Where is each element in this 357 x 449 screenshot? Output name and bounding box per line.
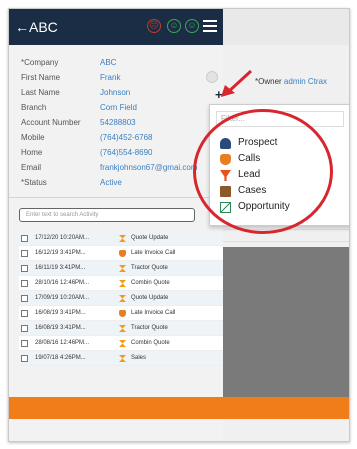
field-company: *Company ABC	[21, 55, 221, 70]
activity-row[interactable]: 17/09/19 10:20AM... Quote Update	[19, 291, 223, 306]
activity-date: 16/08/19 3:41PM...	[35, 310, 86, 316]
field-label: Home	[21, 148, 43, 157]
field-label: *Status	[21, 178, 47, 187]
row-checkbox[interactable]	[21, 235, 28, 242]
avatar[interactable]	[206, 71, 218, 83]
quote-icon	[119, 355, 126, 362]
activity-date: 17/12/20 10:20AM...	[35, 235, 90, 241]
row-checkbox[interactable]	[21, 265, 28, 272]
activity-row[interactable]: 16/12/19 3:41PM... Late Invoice Call	[19, 246, 223, 261]
phone-icon	[119, 310, 126, 317]
activity-type: Late Invoice Call	[131, 310, 176, 316]
field-value[interactable]: Johnson	[100, 85, 130, 100]
field-label: First Name	[21, 73, 61, 82]
row-checkbox[interactable]	[21, 340, 28, 347]
scrollbar[interactable]	[349, 137, 350, 187]
activity-row[interactable]: 17/12/20 10:20AM... Quote Update	[19, 231, 223, 246]
activity-date: 19/07/18 4:26PM...	[35, 355, 86, 361]
field-label: Branch	[21, 103, 47, 112]
footer-bar	[9, 397, 349, 419]
activity-row[interactable]: 19/07/18 4:26PM... Sales	[19, 351, 223, 366]
app-window: ← ABC ☹ ☺ ☺ *Company ABC First Name Fran…	[8, 8, 350, 442]
field-value[interactable]: Corn Field	[100, 100, 137, 115]
activity-type: Late Invoice Call	[131, 250, 176, 256]
field-value[interactable]: 54288803	[100, 115, 136, 130]
row-checkbox[interactable]	[21, 295, 28, 302]
row-checkbox[interactable]	[21, 355, 28, 362]
field-label: Mobile	[21, 133, 45, 142]
field-branch: Branch Corn Field	[21, 100, 221, 115]
activity-date: 17/09/19 10:20AM...	[35, 295, 90, 301]
row-checkbox[interactable]	[21, 280, 28, 287]
smile-face-icon[interactable]: ☺	[185, 19, 199, 33]
field-mobile: Mobile (764)452-6768	[21, 130, 221, 145]
frown-face-icon[interactable]: ☹	[147, 19, 161, 33]
field-email: Email frankjohnson67@gmai.com	[21, 160, 221, 175]
activity-list: 17/12/20 10:20AM... Quote Update 16/12/1…	[19, 231, 223, 366]
activity-type: Tractor Quote	[131, 265, 168, 271]
activity-date: 16/11/19 3:41PM...	[35, 265, 86, 271]
field-account-number: Account Number 54288803	[21, 115, 221, 130]
row-checkbox[interactable]	[21, 250, 28, 257]
field-home: Home (764)554-8690	[21, 145, 221, 160]
activity-row[interactable]: 16/08/19 3:41PM... Tractor Quote	[19, 321, 223, 336]
activity-row[interactable]: 16/11/19 3:41PM... Tractor Quote	[19, 261, 223, 276]
quote-icon	[119, 235, 126, 242]
contact-fields: *Company ABC First Name Frank Last Name …	[21, 55, 221, 190]
field-label: Account Number	[21, 118, 81, 127]
header-bar: ← ABC ☹ ☺ ☺	[9, 9, 223, 45]
phone-icon	[119, 250, 126, 257]
quote-icon	[119, 295, 126, 302]
smile-face-icon[interactable]: ☺	[167, 19, 181, 33]
quote-icon	[119, 325, 126, 332]
divider	[9, 197, 223, 198]
activity-row[interactable]: 16/08/19 3:41PM... Late Invoice Call	[19, 306, 223, 321]
detail-header	[223, 9, 349, 45]
owner-field: *Owner admin Ctrax	[255, 77, 327, 86]
activity-type: Sales	[131, 355, 147, 361]
activity-date: 28/08/16 12:46PM...	[35, 340, 90, 346]
activity-date: 28/10/16 12:46PM...	[35, 280, 90, 286]
activity-date: 16/12/19 3:41PM...	[35, 250, 86, 256]
field-label: *Company	[21, 58, 59, 67]
arrow-left-icon[interactable]: ←	[15, 19, 29, 35]
field-value[interactable]: (764)452-6768	[100, 130, 152, 145]
owner-value[interactable]: admin Ctrax	[284, 77, 327, 86]
quote-icon	[119, 340, 126, 347]
quote-icon	[119, 265, 126, 272]
arrow-annotation-icon	[221, 69, 253, 97]
quote-icon	[119, 280, 126, 287]
page-title: ABC	[29, 19, 58, 35]
field-label: Email	[21, 163, 42, 172]
activity-type: Combin Quote	[131, 280, 170, 286]
activity-row[interactable]: 28/08/16 12:46PM... Combin Quote	[19, 336, 223, 351]
owner-label: *Owner	[255, 77, 282, 86]
activity-type: Quote Update	[131, 295, 169, 301]
field-value[interactable]: frankjohnson67@gmai.com	[100, 160, 198, 175]
row-checkbox[interactable]	[21, 310, 28, 317]
activity-type: Quote Update	[131, 235, 169, 241]
activity-date: 16/08/19 3:41PM...	[35, 325, 86, 331]
contact-panel: ← ABC ☹ ☺ ☺ *Company ABC First Name Fran…	[9, 9, 223, 441]
divider	[223, 241, 349, 242]
field-value[interactable]: Active	[100, 175, 122, 190]
highlight-circle	[193, 109, 333, 234]
field-label: Last Name	[21, 88, 60, 97]
row-checkbox[interactable]	[21, 325, 28, 332]
field-first-name: First Name Frank	[21, 70, 221, 85]
field-last-name: Last Name Johnson	[21, 85, 221, 100]
field-value[interactable]: ABC	[100, 55, 116, 70]
activity-type: Tractor Quote	[131, 325, 168, 331]
overlay-shade	[223, 247, 349, 397]
field-status: *Status Active	[21, 175, 221, 190]
activity-type: Combin Quote	[131, 340, 170, 346]
activity-row[interactable]: 28/10/16 12:46PM... Combin Quote	[19, 276, 223, 291]
field-value[interactable]: Frank	[100, 70, 120, 85]
field-value[interactable]: (764)554-8690	[100, 145, 152, 160]
activity-search-input[interactable]: Enter text to search Activity	[19, 208, 195, 222]
hamburger-menu-icon[interactable]	[203, 20, 217, 32]
